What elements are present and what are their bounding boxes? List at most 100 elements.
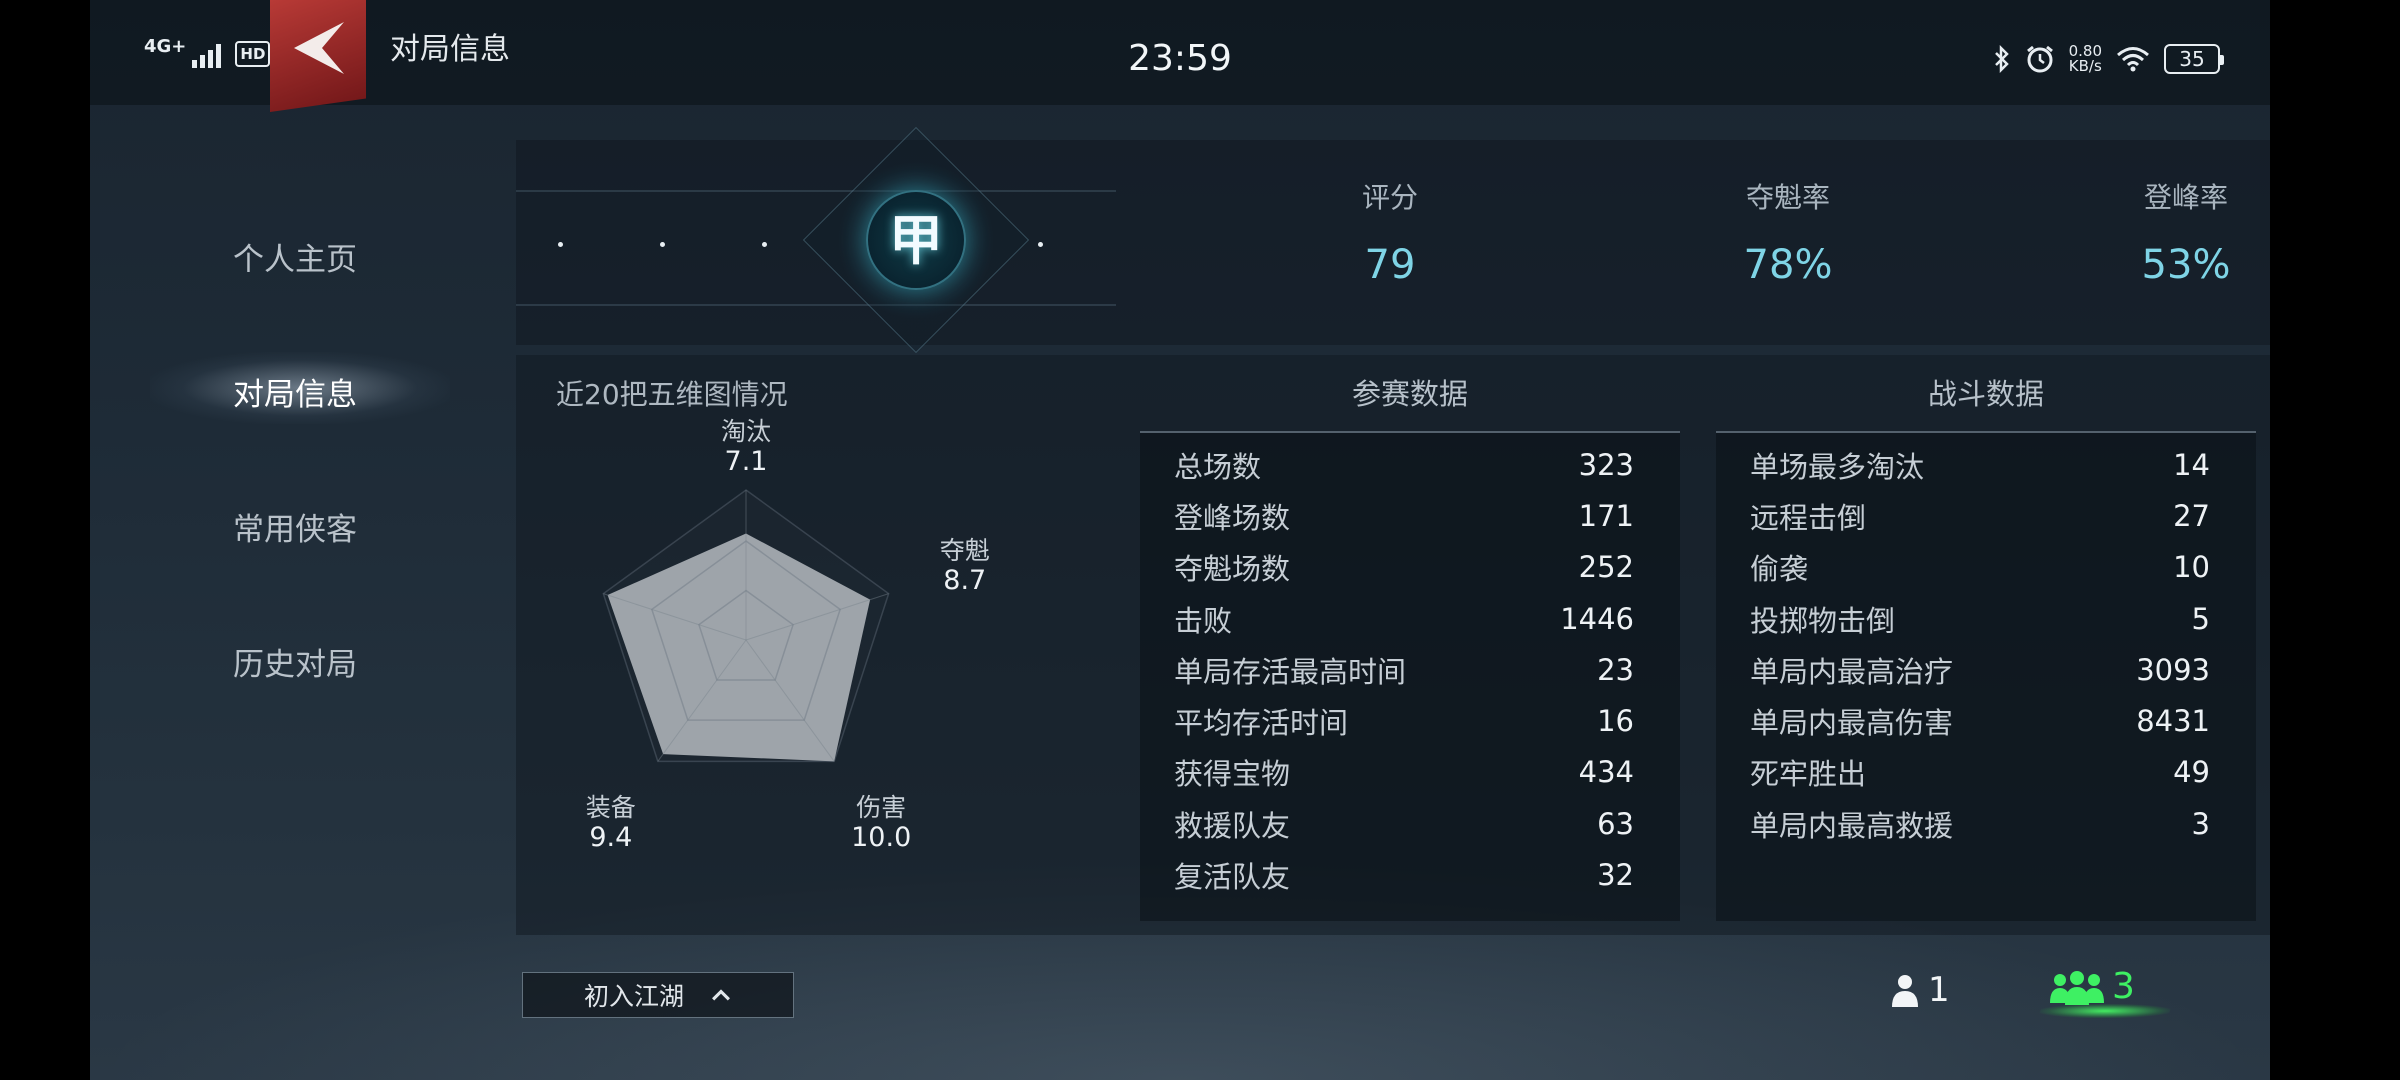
row-value: 49 xyxy=(2173,755,2210,790)
progress-dot xyxy=(1038,242,1043,247)
row-value: 323 xyxy=(1578,447,1634,482)
table-row: 获得宝物 434 xyxy=(1140,747,1680,798)
table-row: 平均存活时间 16 xyxy=(1140,695,1680,746)
table-row: 夺魁场数 252 xyxy=(1140,542,1680,593)
divider xyxy=(516,190,1116,192)
radar-axis-label: 夺魁 xyxy=(940,536,990,565)
wifi-icon xyxy=(2117,47,2149,72)
bluetooth-icon xyxy=(1994,45,2009,73)
divider xyxy=(516,304,1116,306)
table-row: 登峰场数 171 xyxy=(1140,490,1680,541)
radar-axis-label: 伤害 xyxy=(856,793,906,822)
radar-axis-value: 8.7 xyxy=(943,565,986,596)
table-row: 偷袭 10 xyxy=(1716,542,2256,593)
participation-table: 参赛数据 总场数 323 登峰场数 171 夺魁场数 252 击败 1446 单局存活最高时间 2… xyxy=(1140,355,1680,921)
radar-axis-value: 9.4 xyxy=(589,822,632,853)
table-row: 复活队友 32 xyxy=(1140,849,1680,900)
combat-title: 战斗数据 xyxy=(1716,355,2256,433)
sidebar-item-match-info[interactable]: 对局信息 xyxy=(190,369,400,414)
row-value: 10 xyxy=(2173,550,2210,585)
team-icon xyxy=(2050,970,2104,1005)
radar-axis-value: 10.0 xyxy=(851,822,911,853)
squad-count: 3 xyxy=(2112,966,2135,1007)
row-value: 252 xyxy=(1578,550,1634,585)
summary-panel: 甲 评分 79 夺魁率 78% 登峰率 53% xyxy=(516,126,2270,354)
progress-dot xyxy=(660,242,665,247)
participation-title: 参赛数据 xyxy=(1140,355,1680,433)
row-label: 单局内最高救援 xyxy=(1750,808,1954,843)
row-value: 8431 xyxy=(2136,704,2210,739)
row-label: 单场最多淘汰 xyxy=(1750,449,1925,484)
row-value: 171 xyxy=(1578,498,1634,533)
chevron-up-icon xyxy=(712,989,730,1001)
row-value: 5 xyxy=(2191,601,2210,636)
radar-chart: 淘汰7.1夺魁8.7伤害10.0装备9.4综合9.7 xyxy=(586,417,990,853)
participation-rows: 总场数 323 登峰场数 171 夺魁场数 252 击败 1446 单局存活最高时间 23 平均存活… xyxy=(1140,433,1680,921)
row-value: 14 xyxy=(2173,447,2210,482)
battery-icon: 35 xyxy=(2164,44,2224,74)
mode-label: 初入江湖 xyxy=(583,982,684,1011)
solo-mode-button[interactable]: 1 xyxy=(1890,970,1950,1010)
stat-score: 评分 79 xyxy=(1240,176,1540,288)
stat-win-rate: 夺魁率 78% xyxy=(1638,176,1938,288)
progress-dot xyxy=(558,242,563,247)
sidebar-item-match-history[interactable]: 历史对局 xyxy=(190,639,400,684)
app-logo xyxy=(270,0,366,112)
stat-peak-rate: 登峰率 53% xyxy=(2036,176,2270,288)
row-value: 32 xyxy=(1597,858,1634,893)
radar-axis-label: 淘汰 xyxy=(721,417,771,446)
row-value: 27 xyxy=(2173,498,2210,533)
table-row: 远程击倒 27 xyxy=(1716,490,2256,541)
table-row: 击败 1446 xyxy=(1140,593,1680,644)
network-speed: 0.80 KB/s xyxy=(2069,44,2102,74)
row-value: 16 xyxy=(1597,704,1634,739)
row-value: 23 xyxy=(1597,652,1634,687)
row-label: 登峰场数 xyxy=(1174,500,1291,535)
speed-unit: KB/s xyxy=(2068,57,2102,75)
row-label: 总场数 xyxy=(1174,449,1262,484)
table-row: 死牢胜出 49 xyxy=(1716,747,2256,798)
row-value: 434 xyxy=(1578,755,1634,790)
row-label: 平均存活时间 xyxy=(1174,706,1349,741)
row-label: 复活队友 xyxy=(1174,860,1291,895)
combat-table: 战斗数据 单场最多淘汰 14 远程击倒 27 偷袭 10 投掷物击倒 5 单局内最高治疗 3093… xyxy=(1716,355,2256,921)
stat-value: 79 xyxy=(1364,242,1416,288)
row-label: 夺魁场数 xyxy=(1174,552,1291,587)
game-screen: 4G+ HD 23:59 0.80 KB/s 35 对局信息 个人主页 对局信息… xyxy=(90,0,2270,1080)
row-label: 单局内最高伤害 xyxy=(1750,706,1954,741)
table-row: 单局存活最高时间 23 xyxy=(1140,644,1680,695)
row-value: 1446 xyxy=(1560,601,1634,636)
combat-rows: 单场最多淘汰 14 远程击倒 27 偷袭 10 投掷物击倒 5 单局内最高治疗 3093 单局内最高… xyxy=(1716,433,2256,921)
page-title: 对局信息 xyxy=(390,32,510,67)
table-row: 单局内最高救援 3 xyxy=(1716,798,2256,849)
status-right: 0.80 KB/s 35 xyxy=(1993,44,2224,74)
squad-mode-button[interactable]: 3 xyxy=(2050,966,2135,1007)
sidebar-item-profile[interactable]: 个人主页 xyxy=(190,234,400,279)
mode-dropdown[interactable]: 初入江湖 xyxy=(522,972,794,1018)
stat-label: 评分 xyxy=(1361,181,1418,214)
row-label: 救援队友 xyxy=(1174,808,1291,843)
row-label: 单局内最高治疗 xyxy=(1750,654,1954,689)
app-logo-mark xyxy=(294,22,344,74)
table-row: 单局内最高伤害 8431 xyxy=(1716,695,2256,746)
radar-axis-value: 7.1 xyxy=(725,446,768,477)
row-label: 投掷物击倒 xyxy=(1750,603,1896,638)
sidebar-item-common-heroes[interactable]: 常用侠客 xyxy=(190,504,400,549)
stats-panel: 近20把五维图情况 淘汰7.1夺魁8.7伤害10.0装备9.4综合9.7 参赛数… xyxy=(516,355,2270,935)
table-row: 总场数 323 xyxy=(1140,439,1680,490)
alarm-icon xyxy=(2026,45,2053,73)
table-row: 投掷物击倒 5 xyxy=(1716,593,2256,644)
progress-dot xyxy=(762,242,767,247)
solo-count: 1 xyxy=(1928,970,1950,1010)
table-row: 单局内最高治疗 3093 xyxy=(1716,644,2256,695)
row-value: 3093 xyxy=(2136,652,2210,687)
row-label: 死牢胜出 xyxy=(1750,757,1867,792)
radar-axis-label: 装备 xyxy=(586,793,636,822)
single-person-icon xyxy=(1892,975,1918,1007)
row-label: 击败 xyxy=(1174,603,1233,638)
stat-value: 53% xyxy=(2141,242,2231,288)
table-row: 单场最多淘汰 14 xyxy=(1716,439,2256,490)
row-label: 单局存活最高时间 xyxy=(1174,654,1407,689)
row-value: 3 xyxy=(2191,806,2210,841)
stat-label: 登峰率 xyxy=(2143,181,2228,214)
